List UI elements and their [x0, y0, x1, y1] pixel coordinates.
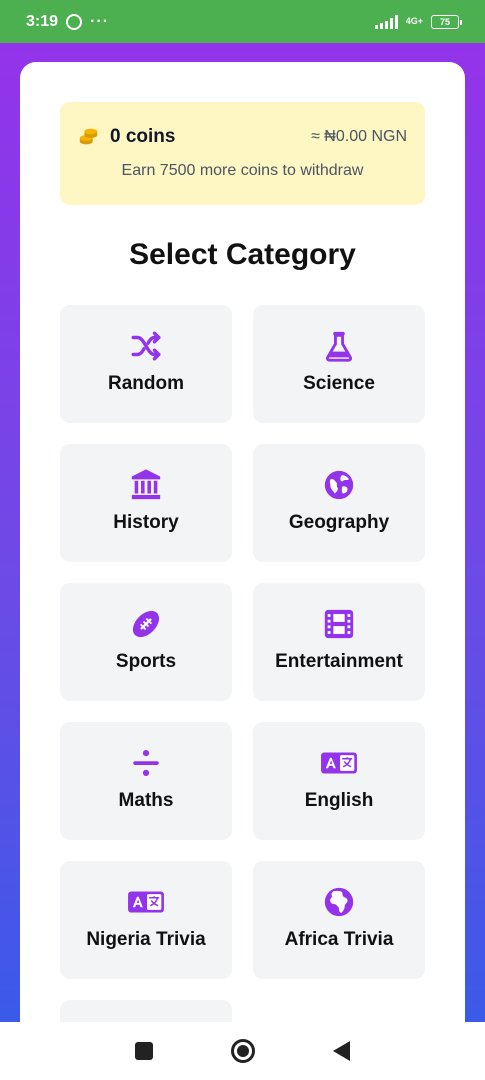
- divide-icon: [133, 749, 159, 777]
- coins-count: 0 coins: [110, 126, 176, 147]
- category-label: Maths: [118, 790, 174, 811]
- language-icon: [321, 752, 357, 774]
- category-label: Africa Trivia: [284, 929, 394, 950]
- main-card: 0 coins ≈ ₦0.00 NGN Earn 7500 more coins…: [20, 62, 465, 1022]
- battery-icon: 75: [431, 14, 462, 29]
- recent-apps-button[interactable]: [135, 1042, 153, 1060]
- category-geography[interactable]: Geography: [253, 444, 425, 562]
- whatsapp-icon: [66, 13, 83, 30]
- film-icon: [324, 609, 354, 639]
- navigation-bar: [0, 1022, 485, 1080]
- category-nigeria-trivia[interactable]: Nigeria Trivia: [60, 861, 232, 979]
- globe-icon: [324, 470, 354, 500]
- home-button[interactable]: [231, 1039, 255, 1063]
- back-button[interactable]: [333, 1041, 350, 1061]
- category-label: Science: [303, 373, 375, 394]
- category-english[interactable]: English: [253, 722, 425, 840]
- page-title: Select Category: [129, 238, 356, 271]
- network-type: 4G+: [405, 16, 423, 26]
- language-icon: [128, 891, 164, 913]
- more-notifications-icon: ···: [90, 12, 110, 30]
- status-bar: 3:19 ··· 4G+ 75: [0, 0, 485, 43]
- category-maths[interactable]: Maths: [60, 722, 232, 840]
- football-icon: [132, 610, 160, 638]
- category-partial[interactable]: [60, 1000, 232, 1022]
- category-africa-trivia[interactable]: Africa Trivia: [253, 861, 425, 979]
- category-science[interactable]: Science: [253, 305, 425, 423]
- category-grid: Random Science History Geography Sports …: [60, 305, 426, 1022]
- category-history[interactable]: History: [60, 444, 232, 562]
- coins-icon: [79, 128, 98, 145]
- category-label: Nigeria Trivia: [86, 929, 206, 950]
- category-sports[interactable]: Sports: [60, 583, 232, 701]
- coins-panel: 0 coins ≈ ₦0.00 NGN Earn 7500 more coins…: [60, 102, 425, 205]
- landmark-icon: [131, 469, 161, 500]
- category-label: Geography: [288, 512, 390, 533]
- battery-level: 75: [439, 16, 450, 27]
- coins-value: ≈ ₦0.00 NGN: [311, 128, 407, 145]
- globe-africa-icon: [324, 887, 354, 917]
- category-label: Sports: [115, 651, 177, 672]
- category-label: History: [113, 512, 179, 533]
- category-label: English: [304, 790, 374, 811]
- category-label: Random: [108, 373, 184, 394]
- shuffle-icon: [131, 331, 161, 361]
- category-random[interactable]: Random: [60, 305, 232, 423]
- status-time: 3:19: [26, 12, 59, 30]
- category-label: Entertainment: [275, 651, 403, 672]
- flask-icon: [325, 331, 353, 362]
- category-entertainment[interactable]: Entertainment: [253, 583, 425, 701]
- signal-icon: [374, 14, 398, 29]
- withdraw-note: Earn 7500 more coins to withdraw: [121, 162, 364, 179]
